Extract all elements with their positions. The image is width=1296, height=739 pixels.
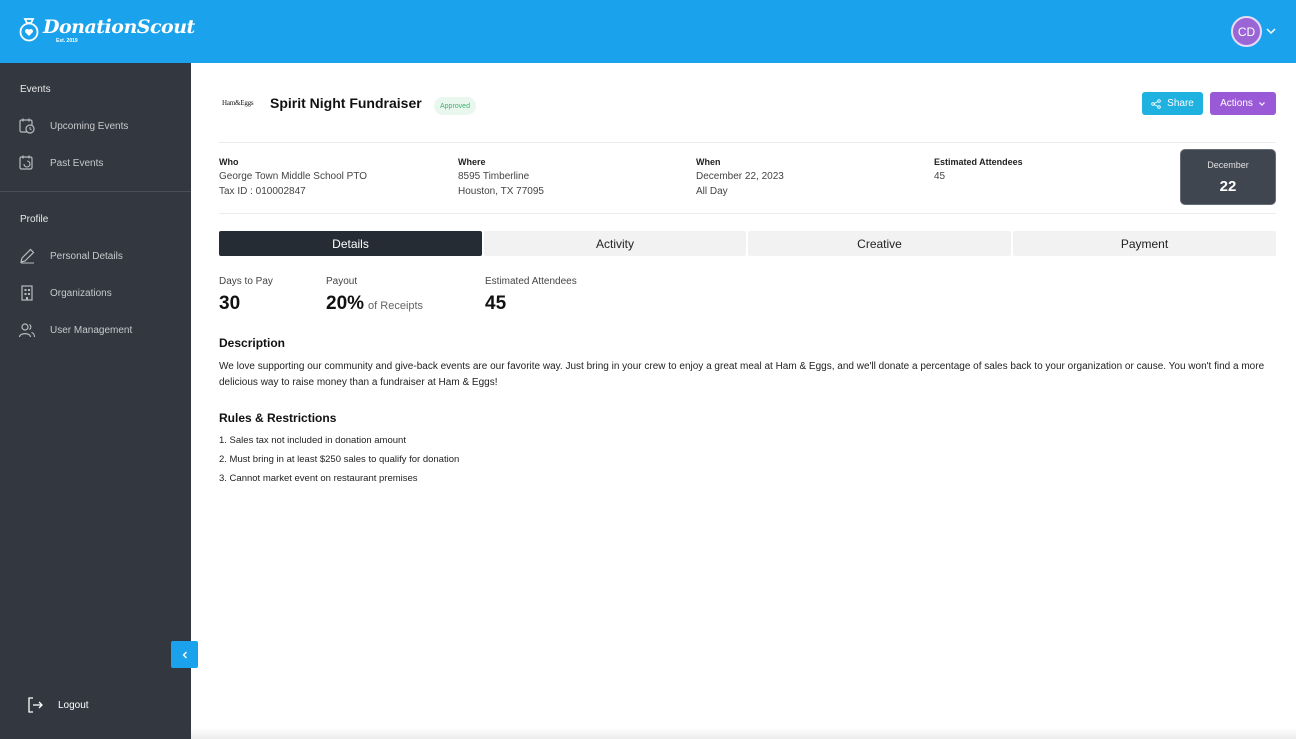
sidebar-item-label: Personal Details [50,250,123,262]
top-bar: DonationScout Est. 2019 CD [0,0,1296,63]
heart-bag-icon [19,18,39,42]
sidebar-item-label: User Management [50,324,133,336]
days-to-pay-value: 30 [219,293,241,314]
tax-id: Tax ID : 010002847 [219,186,306,197]
user-avatar[interactable]: CD [1231,16,1262,47]
sidebar-item-past-events[interactable]: Past Events [18,154,103,172]
chevron-down-icon [1258,101,1265,106]
tab-creative[interactable]: Creative [748,231,1011,256]
bottom-edge [191,728,1296,739]
where-address-line2: Houston, TX 77095 [458,186,544,197]
rule-item: 1. Sales tax not included in donation am… [219,435,406,446]
when-time: All Day [696,186,728,197]
actions-dropdown-button[interactable]: Actions [1210,92,1276,115]
payout-value: 20% [326,293,365,314]
date-day: 22 [1219,178,1237,195]
restaurant-logo: Ham&Eggs [222,99,254,107]
rule-item: 2. Must bring in at least $250 sales to … [219,454,460,465]
when-date: December 22, 2023 [696,171,784,182]
payout-label: Payout [326,276,358,287]
tab-payment[interactable]: Payment [1013,231,1276,256]
tab-details[interactable]: Details [219,231,482,256]
date-month: December [1207,160,1249,170]
pencil-icon [20,248,35,264]
event-date-card: December 22 [1180,149,1276,205]
sidebar-item-label: Upcoming Events [50,120,129,132]
estimated-attendees-value: 45 [485,293,507,314]
chevron-down-icon[interactable] [1265,25,1277,37]
days-to-pay-label: Days to Pay [219,276,273,287]
users-icon [18,323,36,338]
page-title: Spirit Night Fundraiser [270,95,422,111]
logout-icon [28,697,43,713]
where-label: Where [458,157,486,167]
status-badge: Approved [434,97,476,115]
divider [219,213,1276,214]
attendees-value: 45 [934,171,946,182]
logout-label: Logout [58,699,89,711]
attendees-label: Estimated Attendees [934,157,1023,167]
logout-button[interactable]: Logout [26,696,89,714]
sidebar: Events Upcoming Events Past Events Profi… [0,63,198,739]
sidebar-heading-events: Events [20,84,51,95]
where-address-line1: 8595 Timberline [458,171,530,182]
actions-label: Actions [1220,98,1253,109]
rule-item: 3. Cannot market event on restaurant pre… [219,473,418,484]
sidebar-item-personal-details[interactable]: Personal Details [18,247,123,265]
calendar-clock-icon [19,118,35,134]
rules-title: Rules & Restrictions [219,411,337,425]
sidebar-item-label: Organizations [50,287,112,299]
calendar-history-icon [19,155,33,170]
divider [219,142,1276,143]
share-icon [1151,98,1161,109]
sidebar-item-organizations[interactable]: Organizations [18,284,112,302]
description-text: We love supporting our community and giv… [219,361,1265,388]
who-label: Who [219,157,239,167]
sidebar-collapse-button[interactable] [171,641,198,668]
description-title: Description [219,336,286,350]
brand-established: Est. 2019 [56,38,78,44]
when-label: When [696,157,721,167]
tab-activity[interactable]: Activity [484,231,746,256]
payout-suffix: of Receipts [368,300,424,312]
sidebar-item-user-management[interactable]: User Management [18,321,132,339]
brand-logo[interactable]: DonationScout Est. 2019 [18,16,195,44]
building-icon [21,285,33,301]
payout-value-group: 20% of Receipts [326,293,423,315]
sidebar-item-upcoming-events[interactable]: Upcoming Events [18,117,128,135]
sidebar-divider [0,191,191,192]
estimated-attendees-label: Estimated Attendees [485,276,577,287]
sidebar-heading-profile: Profile [20,214,49,225]
who-value: George Town Middle School PTO [219,171,368,182]
chevron-left-icon [182,651,187,658]
share-button[interactable]: Share [1142,92,1203,115]
brand-name: DonationScout [43,16,195,38]
share-label: Share [1167,98,1194,109]
sidebar-item-label: Past Events [50,157,104,169]
